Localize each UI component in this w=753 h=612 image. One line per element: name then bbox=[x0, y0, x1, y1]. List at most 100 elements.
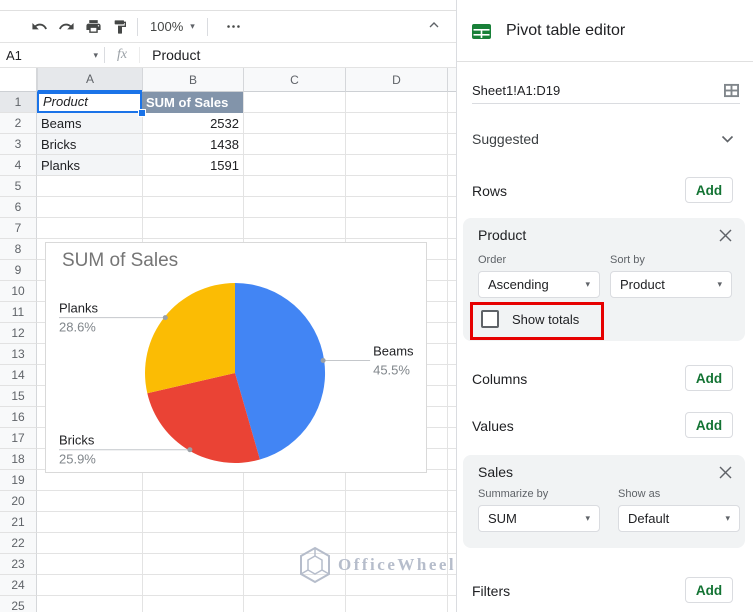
more-icon[interactable] bbox=[225, 18, 243, 36]
row-header-23[interactable]: 23 bbox=[0, 554, 37, 575]
order-select-value: Ascending bbox=[488, 277, 549, 292]
spreadsheet-area: 100% ▾ A1 ▾ fx Product ABCD 1 2 3 4 5 6 7 8 9 10 1… bbox=[0, 0, 456, 612]
redo-icon[interactable] bbox=[57, 18, 75, 36]
summarize-by-select[interactable]: SUM ▾ bbox=[478, 505, 600, 532]
toolbar-separator bbox=[206, 17, 208, 36]
toolbar: 100% ▾ bbox=[0, 11, 456, 42]
row-header-5[interactable]: 5 bbox=[0, 176, 37, 197]
row-header-4[interactable]: 4 bbox=[0, 155, 37, 176]
sales-field-card: Sales Summarize by Show as SUM ▾ Default… bbox=[463, 455, 745, 548]
zoom-value: 100% bbox=[150, 19, 184, 34]
row-header-15[interactable]: 15 bbox=[0, 386, 37, 407]
data-range-value[interactable]: Sheet1!A1:D19 bbox=[472, 83, 560, 98]
pie-chart: Beams 45.5% Bricks 25.9% Planks 28.6% bbox=[59, 283, 414, 467]
name-box[interactable]: A1 ▾ bbox=[0, 48, 104, 63]
officewheel-watermark: OfficeWheel bbox=[296, 545, 456, 585]
chevron-down-icon: ▾ bbox=[585, 279, 590, 289]
paint-format-icon[interactable] bbox=[111, 18, 129, 36]
columns-section-label: Columns bbox=[472, 371, 528, 387]
pie-label-dot bbox=[162, 315, 168, 321]
values-section-label: Values bbox=[472, 418, 514, 434]
cell-a3[interactable]: Bricks bbox=[37, 134, 142, 155]
data-range-underline bbox=[472, 103, 740, 104]
toolbar-separator bbox=[137, 17, 138, 36]
show-as-select[interactable]: Default ▾ bbox=[618, 505, 740, 532]
row-header-17[interactable]: 17 bbox=[0, 428, 37, 449]
cell-a2[interactable]: Beams bbox=[37, 113, 142, 134]
summarize-by-label: Summarize by bbox=[478, 488, 549, 500]
cell-b4[interactable]: 1591 bbox=[142, 155, 243, 176]
collapse-toolbar-icon[interactable] bbox=[424, 15, 444, 35]
watermark-text: OfficeWheel bbox=[338, 555, 456, 574]
row-header-2[interactable]: 2 bbox=[0, 113, 37, 134]
formula-bar: A1 ▾ fx Product bbox=[0, 42, 456, 68]
select-data-range-icon[interactable] bbox=[723, 83, 740, 98]
formula-bar-separator bbox=[104, 47, 105, 63]
row-header-19[interactable]: 19 bbox=[0, 470, 37, 491]
row-header-16[interactable]: 16 bbox=[0, 407, 37, 428]
row-header-1[interactable]: 1 bbox=[0, 92, 37, 113]
panel-header-divider bbox=[457, 61, 753, 62]
column-header-e-partial[interactable] bbox=[447, 68, 456, 92]
row-header-9[interactable]: 9 bbox=[0, 260, 37, 281]
column-header-d[interactable]: D bbox=[345, 68, 447, 92]
row-header-21[interactable]: 21 bbox=[0, 512, 37, 533]
chart-container[interactable]: SUM of Sales Beams 45.5% Bricks 25.9% Planks… bbox=[45, 242, 427, 473]
row-header-24[interactable]: 24 bbox=[0, 575, 37, 596]
row-header-10[interactable]: 10 bbox=[0, 281, 37, 302]
row-header-6[interactable]: 6 bbox=[0, 197, 37, 218]
rows-add-button[interactable]: Add bbox=[685, 177, 733, 203]
active-cell-ref: A1 bbox=[6, 47, 22, 63]
pie-label-name: Bricks bbox=[59, 433, 95, 448]
row-header-3[interactable]: 3 bbox=[0, 134, 37, 155]
close-icon[interactable] bbox=[717, 227, 733, 243]
panel-header: Pivot table editor bbox=[471, 22, 625, 40]
chevron-down-icon: ▾ bbox=[725, 513, 730, 523]
cell-a4[interactable]: Planks bbox=[37, 155, 142, 176]
row-header-14[interactable]: 14 bbox=[0, 365, 37, 386]
pie-label-dot bbox=[320, 358, 326, 363]
grid-corner[interactable] bbox=[0, 68, 37, 92]
column-header-b[interactable]: B bbox=[142, 68, 243, 92]
cell-b2[interactable]: 2532 bbox=[142, 113, 243, 134]
rows-section-label: Rows bbox=[472, 183, 508, 199]
row-header-11[interactable]: 11 bbox=[0, 302, 37, 323]
pie-label-name: Planks bbox=[59, 301, 99, 316]
row-header-18[interactable]: 18 bbox=[0, 449, 37, 470]
print-icon[interactable] bbox=[84, 18, 102, 36]
order-select[interactable]: Ascending ▾ bbox=[478, 271, 600, 298]
suggested-section[interactable]: Suggested bbox=[472, 131, 734, 147]
close-icon[interactable] bbox=[717, 464, 733, 480]
cell-b3[interactable]: 1438 bbox=[142, 134, 243, 155]
values-add-button[interactable]: Add bbox=[685, 412, 733, 438]
pie-label-dot bbox=[187, 447, 193, 453]
row-header-13[interactable]: 13 bbox=[0, 344, 37, 365]
cell-a1[interactable]: Product bbox=[37, 92, 142, 113]
gridline-vertical bbox=[447, 92, 448, 612]
chevron-down-icon: ▾ bbox=[585, 513, 590, 523]
cell-b1[interactable]: SUM of Sales bbox=[142, 92, 243, 113]
column-header-a[interactable]: A bbox=[37, 68, 142, 92]
columns-add-button[interactable]: Add bbox=[685, 365, 733, 391]
zoom-control[interactable]: 100% ▾ bbox=[146, 19, 199, 34]
row-header-25[interactable]: 25 bbox=[0, 596, 37, 612]
sort-by-select[interactable]: Product ▾ bbox=[610, 271, 732, 298]
formula-bar-separator bbox=[139, 47, 141, 63]
sort-by-label: Sort by bbox=[610, 254, 645, 266]
chart-title: SUM of Sales bbox=[62, 250, 179, 271]
officewheel-logo-icon bbox=[300, 546, 330, 584]
pivot-table-icon bbox=[472, 23, 491, 39]
fill-handle[interactable] bbox=[138, 109, 146, 117]
sales-card-title: Sales bbox=[478, 464, 514, 480]
row-header-8[interactable]: 8 bbox=[0, 239, 37, 260]
filters-add-button[interactable]: Add bbox=[685, 577, 733, 603]
panel-title: Pivot table editor bbox=[506, 22, 626, 39]
row-header-20[interactable]: 20 bbox=[0, 491, 37, 512]
undo-icon[interactable] bbox=[30, 18, 48, 36]
suggested-label: Suggested bbox=[472, 131, 539, 147]
row-header-7[interactable]: 7 bbox=[0, 218, 37, 239]
column-header-c[interactable]: C bbox=[243, 68, 345, 92]
formula-input[interactable]: Product bbox=[152, 47, 200, 63]
row-header-12[interactable]: 12 bbox=[0, 323, 37, 344]
row-header-22[interactable]: 22 bbox=[0, 533, 37, 554]
